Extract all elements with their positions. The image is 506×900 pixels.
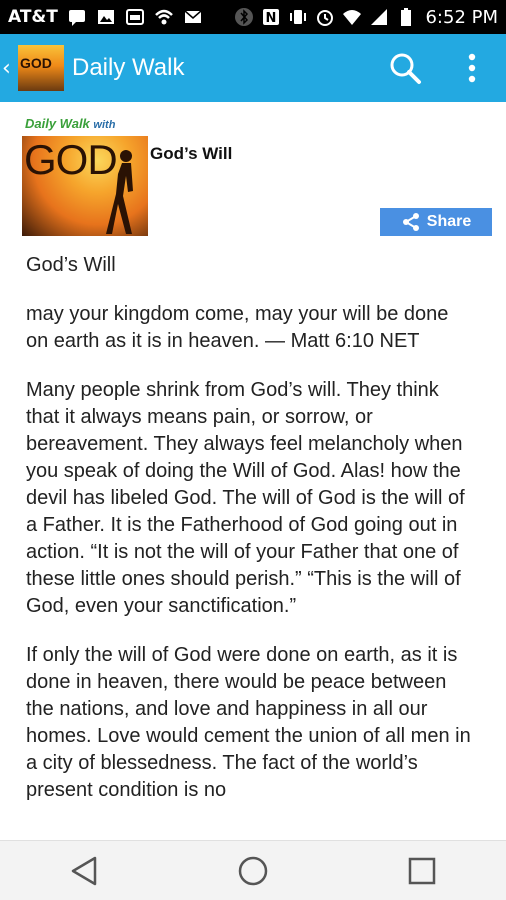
share-icon <box>402 213 419 231</box>
article-paragraph: may your kingdom come, may your will be … <box>26 303 449 352</box>
car-icon <box>125 7 145 27</box>
post-content[interactable]: Daily Walk with GOD God’s Will Share God… <box>0 102 506 840</box>
share-label: Share <box>426 213 472 230</box>
alarm-icon <box>315 7 335 27</box>
bluetooth-icon <box>234 7 254 27</box>
nfc-icon: N <box>261 7 281 27</box>
app-logo-text: GOD <box>20 55 52 71</box>
back-icon[interactable] <box>64 851 104 891</box>
walker-silhouette <box>106 150 133 234</box>
post-header: Daily Walk with GOD God’s Will Share <box>0 102 506 242</box>
app-logo[interactable]: GOD <box>18 45 64 91</box>
mail-icon <box>183 7 203 27</box>
status-bar: AT&T N 6:52 PM <box>0 0 506 34</box>
vibrate-icon <box>288 7 308 27</box>
signal-icon <box>369 7 389 27</box>
article-heading: God’s Will <box>26 254 116 276</box>
article-body: God’s Will may your kingdom come, may yo… <box>0 242 506 804</box>
overflow-menu-icon[interactable] <box>468 53 476 83</box>
cover-god-text: GOD <box>24 136 118 183</box>
up-chevron-icon[interactable]: ‹ <box>2 56 16 81</box>
post-cover-image: Daily Walk with GOD <box>22 110 148 236</box>
cover-brand: Daily Walk with <box>25 116 116 131</box>
image-icon <box>96 7 116 27</box>
article-paragraph: Many people shrink from God’s will. They… <box>26 379 465 617</box>
carrier-label: AT&T <box>8 7 58 27</box>
home-icon[interactable] <box>233 851 273 891</box>
navigation-bar <box>0 840 506 900</box>
article-paragraph: If only the will of God were done on ear… <box>26 644 471 801</box>
share-button[interactable]: Share <box>380 208 492 236</box>
wifi-hotspot-icon <box>154 7 174 27</box>
wifi-icon <box>342 7 362 27</box>
recents-icon[interactable] <box>402 851 442 891</box>
clock: 6:52 PM <box>425 6 498 28</box>
search-icon[interactable] <box>388 51 422 85</box>
battery-icon <box>396 7 416 27</box>
post-title: God’s Will <box>150 144 233 163</box>
svg-text:N: N <box>266 11 277 26</box>
app-title: Daily Walk <box>72 54 185 81</box>
app-bar: ‹ GOD Daily Walk <box>0 34 506 102</box>
message-icon <box>67 7 87 27</box>
